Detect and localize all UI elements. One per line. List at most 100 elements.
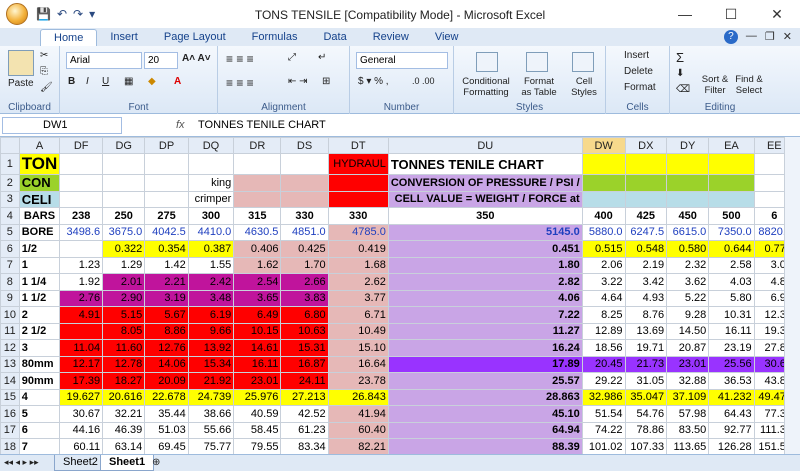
cell[interactable]: 7350.0 <box>708 223 755 241</box>
cell[interactable]: 54.76 <box>624 405 668 423</box>
cell[interactable]: 0.419 <box>327 240 389 258</box>
cell[interactable]: 1 <box>18 256 61 274</box>
cell[interactable] <box>666 174 710 192</box>
cell[interactable] <box>59 240 104 258</box>
cell[interactable] <box>581 153 626 175</box>
cell[interactable]: 1.55 <box>187 256 235 274</box>
cell[interactable]: 16.11 <box>233 355 282 373</box>
cell[interactable]: 3.48 <box>187 289 235 307</box>
cell[interactable]: 4.91 <box>59 306 104 324</box>
paste-icon[interactable] <box>8 50 34 76</box>
row-header[interactable]: 5 <box>0 223 20 241</box>
cell[interactable]: 107.33 <box>624 438 668 456</box>
column-header[interactable]: DW <box>581 137 626 154</box>
cell[interactable]: 3.77 <box>327 289 389 307</box>
cell[interactable]: 12.17 <box>59 355 104 373</box>
cell[interactable]: 78.86 <box>624 421 668 439</box>
row-header[interactable]: 18 <box>0 438 20 456</box>
cell[interactable]: 31.05 <box>624 372 668 390</box>
cell[interactable] <box>327 174 389 192</box>
column-header[interactable]: DS <box>280 137 329 154</box>
cell[interactable]: 20.09 <box>144 372 189 390</box>
row-header[interactable]: 11 <box>0 322 20 340</box>
find-select-button[interactable]: Find & Select <box>732 74 766 96</box>
cell[interactable]: 9.28 <box>666 306 710 324</box>
underline-icon[interactable]: U <box>102 76 109 87</box>
cell[interactable]: 18.56 <box>581 339 626 357</box>
cell[interactable]: 1.42 <box>144 256 189 274</box>
cell[interactable]: TONNES TENILE CHART <box>387 153 583 175</box>
tab-insert[interactable]: Insert <box>97 29 151 46</box>
align-top-icon[interactable]: ≡ ≡ ≡ <box>226 52 254 66</box>
font-color-icon[interactable]: A <box>174 76 181 87</box>
cell[interactable]: 24.739 <box>187 388 235 406</box>
cell[interactable]: 15.31 <box>280 339 329 357</box>
wrap-text-icon[interactable]: ↵ <box>318 52 326 63</box>
cell[interactable]: 250 <box>102 207 146 225</box>
row-header[interactable]: 8 <box>0 273 20 291</box>
merge-center-icon[interactable]: ⊞ <box>322 76 330 87</box>
row-header[interactable]: 17 <box>0 421 20 439</box>
cell[interactable]: 41.94 <box>327 405 389 423</box>
cell[interactable]: 0.322 <box>102 240 146 258</box>
cell[interactable]: 1.70 <box>280 256 329 274</box>
cell[interactable]: 5145.0 <box>387 223 583 241</box>
cell[interactable]: 2.32 <box>666 256 710 274</box>
cell[interactable]: 1 1/4 <box>18 273 61 291</box>
cell[interactable]: 3.42 <box>624 273 668 291</box>
cell[interactable] <box>59 153 104 175</box>
tab-formulas[interactable]: Formulas <box>239 29 311 46</box>
cell[interactable]: 2.06 <box>581 256 626 274</box>
cell[interactable]: 5880.0 <box>581 223 626 241</box>
borders-icon[interactable]: ▦ <box>124 76 133 87</box>
cell[interactable]: 12.89 <box>581 322 626 340</box>
sheet-tab-sheet1[interactable]: Sheet1 <box>100 455 155 471</box>
cell[interactable]: 350 <box>387 207 583 225</box>
cell[interactable]: 61.23 <box>280 421 329 439</box>
close-icon[interactable]: ✕ <box>754 0 800 28</box>
sort-filter-button[interactable]: Sort & Filter <box>700 74 730 96</box>
cell[interactable]: 6.71 <box>327 306 389 324</box>
cell[interactable]: 0.354 <box>144 240 189 258</box>
cell[interactable] <box>581 190 626 208</box>
tab-review[interactable]: Review <box>360 29 422 46</box>
cell[interactable]: 46.39 <box>102 421 146 439</box>
tab-home[interactable]: Home <box>40 29 98 46</box>
cell[interactable] <box>144 174 189 192</box>
cell[interactable]: 0.387 <box>187 240 235 258</box>
cell[interactable]: 36.53 <box>708 372 755 390</box>
row-header[interactable]: 2 <box>0 174 20 192</box>
grow-font-icon[interactable]: A˄ A˅ <box>182 53 211 64</box>
insert-cells-button[interactable]: Insert <box>624 50 649 61</box>
tab-page-layout[interactable]: Page Layout <box>151 29 239 46</box>
cell[interactable]: 1.23 <box>59 256 104 274</box>
cell[interactable]: 0.451 <box>387 240 583 258</box>
cell[interactable] <box>280 190 329 208</box>
cell[interactable]: 8.05 <box>102 322 146 340</box>
cell[interactable]: 4 <box>18 388 61 406</box>
cell[interactable]: 23.19 <box>708 339 755 357</box>
cell[interactable] <box>708 153 755 175</box>
cell[interactable]: 113.65 <box>666 438 710 456</box>
cell[interactable]: 315 <box>233 207 282 225</box>
cell[interactable]: 500 <box>708 207 755 225</box>
conditional-formatting-button[interactable]: Conditional Formatting <box>456 76 516 98</box>
cell[interactable] <box>666 153 710 175</box>
cell[interactable]: 58.45 <box>233 421 282 439</box>
cell[interactable]: 2.21 <box>144 273 189 291</box>
row-header[interactable]: 3 <box>0 190 20 208</box>
font-size-box[interactable]: 20 <box>144 52 178 69</box>
cell[interactable]: 83.50 <box>666 421 710 439</box>
cell[interactable]: 41.232 <box>708 388 755 406</box>
clear-icon[interactable]: ⌫ <box>676 84 690 95</box>
cell[interactable]: 5.22 <box>666 289 710 307</box>
autosum-icon[interactable]: Σ <box>676 50 684 65</box>
cell[interactable]: 11.04 <box>59 339 104 357</box>
column-header[interactable]: DX <box>624 137 668 154</box>
cell[interactable]: 4785.0 <box>327 223 389 241</box>
cell[interactable]: 38.66 <box>187 405 235 423</box>
cell[interactable]: 1.29 <box>102 256 146 274</box>
cell[interactable]: 450 <box>666 207 710 225</box>
cell[interactable] <box>708 190 755 208</box>
column-header[interactable]: DR <box>233 137 282 154</box>
